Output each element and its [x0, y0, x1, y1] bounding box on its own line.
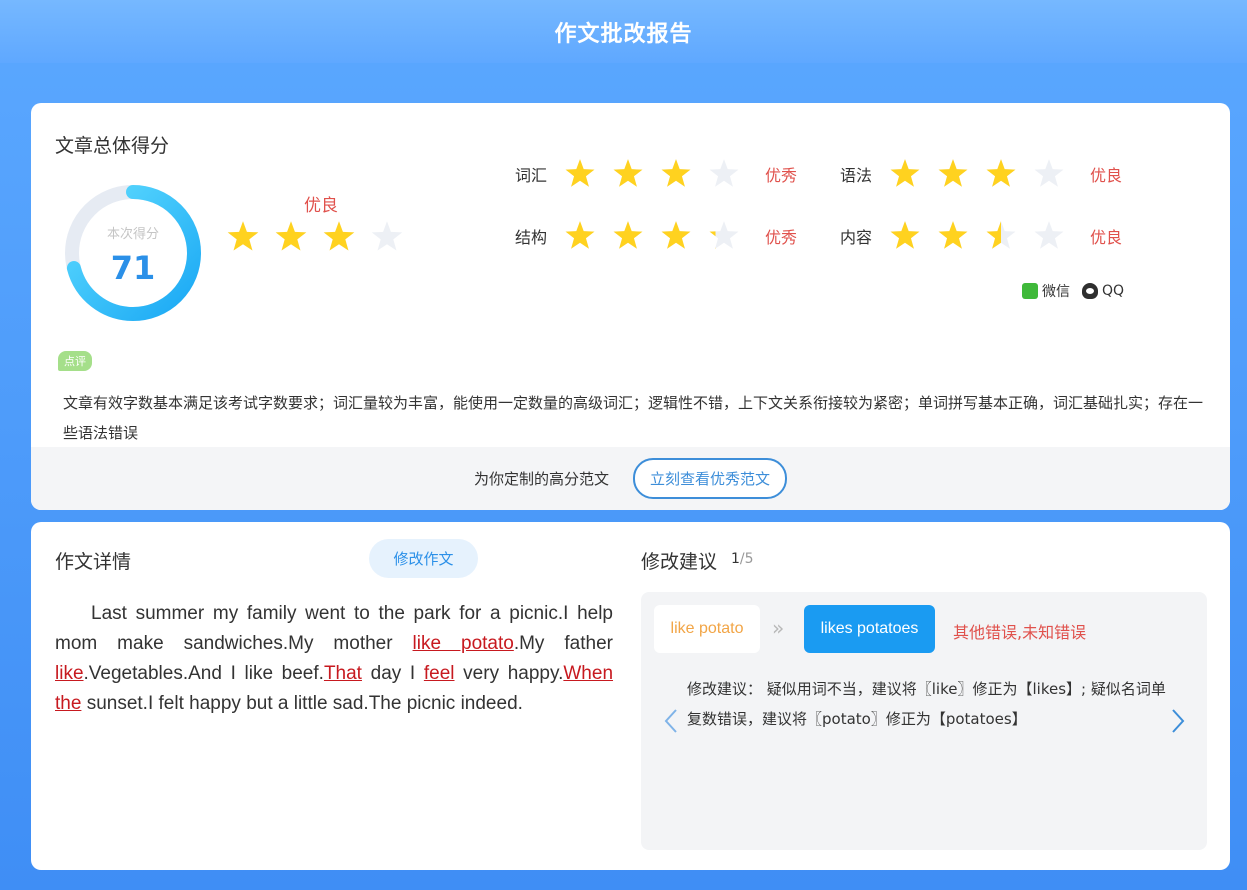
metric-grammar: 语法 优良	[840, 157, 1122, 191]
star-icon	[709, 159, 739, 187]
star-icon	[1034, 159, 1064, 187]
header-bar: 作文批改报告	[0, 0, 1247, 63]
essay-error-highlight[interactable]: That	[324, 663, 362, 684]
metric-label: 词汇	[515, 166, 548, 185]
wechat-icon[interactable]	[1022, 283, 1038, 299]
edit-essay-button[interactable]: 修改作文	[369, 539, 478, 578]
metric-grade: 优秀	[765, 228, 798, 247]
model-essay-text: 为你定制的高分范文	[473, 470, 609, 488]
page-title: 作文批改报告	[554, 21, 693, 47]
star-icon	[986, 159, 1016, 187]
comment-tag: 点评	[58, 351, 92, 371]
score-card: 文章总体得分 本次得分 71 优良 词汇 优秀 语法 优良 结构 优秀 内容 优…	[31, 103, 1230, 510]
star-icon	[709, 221, 739, 249]
comment-text: 文章有效字数基本满足该考试字数要求；词汇量较为丰富，能使用一定数量的高级词汇；逻…	[63, 394, 1204, 442]
star-icon	[275, 221, 307, 251]
qq-icon[interactable]	[1082, 283, 1098, 299]
star-icon	[890, 221, 920, 249]
metric-grade: 优秀	[765, 166, 798, 185]
essay-detail-title: 作文详情	[55, 551, 132, 573]
metric-vocabulary: 词汇 优秀	[515, 157, 797, 191]
essay-text: .My father	[513, 633, 613, 654]
share-bar: 微信 QQ	[1022, 281, 1124, 301]
star-icon	[986, 221, 1016, 249]
essay-text: very happy.	[454, 663, 564, 684]
essay-card: 作文详情 修改作文 Last summer my family went to …	[31, 522, 1230, 870]
star-icon	[613, 221, 643, 249]
overall-grade: 优良	[304, 196, 338, 216]
double-chevron-right-icon: »	[772, 616, 785, 640]
share-qq-link[interactable]: QQ	[1102, 283, 1124, 299]
star-icon	[1034, 221, 1064, 249]
star-icon	[613, 159, 643, 187]
star-icon	[323, 221, 355, 251]
overall-score-title: 文章总体得分	[55, 135, 170, 157]
score-label: 本次得分	[106, 227, 159, 242]
star-icon	[938, 221, 968, 249]
star-icon	[661, 221, 691, 249]
essay-text: day I	[361, 663, 424, 684]
metric-stars	[563, 219, 741, 253]
metric-structure: 结构 优秀	[515, 219, 797, 253]
error-type: 其他错误,未知错误	[953, 623, 1087, 642]
view-model-essay-button[interactable]: 立刻查看优秀范文	[633, 458, 788, 499]
metric-content: 内容 优良	[840, 219, 1122, 253]
star-icon	[890, 159, 920, 187]
essay-error-highlight[interactable]: feel	[424, 663, 455, 684]
essay-error-highlight[interactable]: like potato	[413, 633, 514, 654]
star-icon	[661, 159, 691, 187]
star-icon	[565, 221, 595, 249]
metric-label: 结构	[515, 228, 548, 247]
metric-grade: 优良	[1090, 228, 1123, 247]
suggestion-panel: like potato » likes potatoes 其他错误,未知错误 修…	[641, 592, 1207, 850]
original-text-chip: like potato	[654, 605, 760, 653]
model-essay-strip: 为你定制的高分范文 立刻查看优秀范文	[31, 447, 1230, 510]
metric-stars	[563, 157, 741, 191]
suggestion-text: 修改建议： 疑似用词不当，建议将〖like〗修正为【likes】; 疑似名词单复…	[687, 680, 1166, 728]
metric-stars	[888, 219, 1066, 253]
metric-stars	[888, 157, 1066, 191]
score-value: 71	[110, 249, 156, 287]
metric-label: 内容	[840, 228, 873, 247]
essay-body: Last summer my family went to the park f…	[55, 599, 613, 719]
star-icon	[565, 159, 595, 187]
star-icon	[371, 221, 403, 251]
corrected-text-chip: likes potatoes	[804, 605, 935, 653]
suggestion-total: /5	[739, 551, 754, 567]
star-icon	[227, 221, 259, 251]
essay-text: .Vegetables.And I like beef.	[83, 663, 324, 684]
metric-grade: 优良	[1090, 166, 1123, 185]
suggestion-pager: 1/5	[731, 551, 754, 567]
share-wechat-link[interactable]: 微信	[1042, 281, 1070, 301]
chevron-left-icon[interactable]	[661, 707, 681, 735]
essay-error-highlight[interactable]: like	[55, 663, 84, 684]
suggestion-title: 修改建议	[641, 551, 718, 573]
essay-text: sunset.I felt happy but a little sad.The…	[81, 693, 523, 714]
suggestion-current: 1	[731, 551, 740, 567]
chevron-right-icon[interactable]	[1168, 707, 1188, 735]
star-icon	[938, 159, 968, 187]
overall-stars	[225, 219, 405, 255]
metric-label: 语法	[840, 166, 873, 185]
